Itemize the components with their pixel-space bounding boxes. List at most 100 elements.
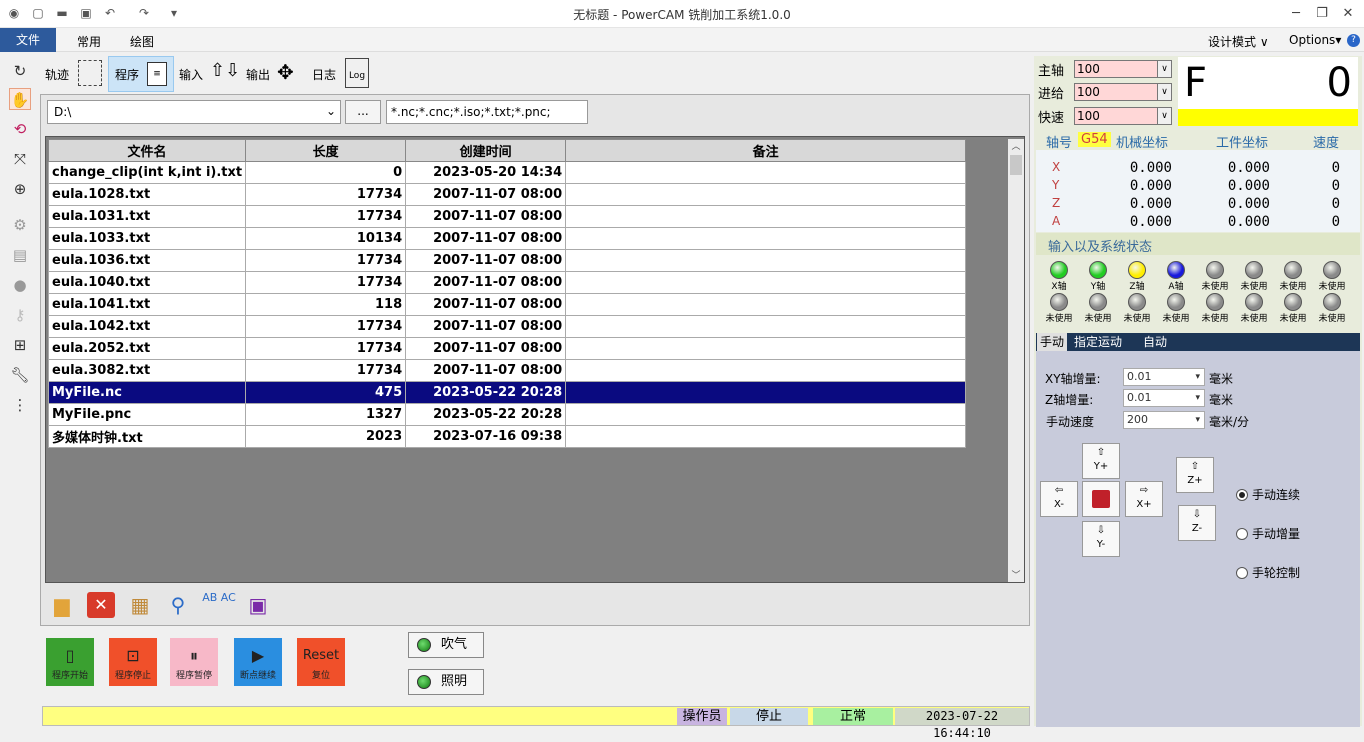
table-row[interactable]: eula.3082.txt 17734 2007-11-07 08:00 [47,359,967,382]
tree-icon[interactable]: ⋮ [9,394,31,416]
zoom-icon[interactable]: ⊕ [9,178,31,200]
manual-speed-label: 手动速度 [1046,415,1095,429]
rapid-override[interactable]: 100 ∨ [1074,107,1172,125]
light-toggle[interactable]: 照明 [408,669,484,695]
table-row[interactable]: eula.1031.txt 17734 2007-11-07 08:00 [47,205,967,228]
scroll-up-icon[interactable]: ︿ [1008,139,1024,153]
air-toggle[interactable]: 吹气 [408,632,484,658]
tab-specified-motion[interactable]: 指定运动 [1071,333,1125,351]
column-header[interactable]: 创建时间 [405,139,567,162]
close-icon[interactable]: ✕ [1338,6,1358,22]
io-indicator: Z轴 [1120,261,1154,292]
input-label[interactable]: 输入 [179,66,203,83]
program-pause-button[interactable]: ⏸︎ 程序暂停 [170,638,218,686]
table-row[interactable]: eula.1042.txt 17734 2007-11-07 08:00 [47,315,967,338]
mode-continuous-radio[interactable]: 手动连续 [1236,486,1300,503]
table-row[interactable]: change_clip(int k,int i).txt 0 2023-05-20 … [47,161,967,184]
table-row[interactable]: eula.2052.txt 17734 2007-11-07 08:00 [47,337,967,360]
table-row[interactable]: eula.1040.txt 17734 2007-11-07 08:00 [47,271,967,294]
design-mode-menu[interactable]: 设计模式 ∨ [1208,33,1269,50]
tab-auto[interactable]: 自动 [1140,333,1170,351]
track-label[interactable]: 轨迹 [45,66,69,83]
wrench-icon[interactable]: 🔧︎ [9,364,31,386]
jog-x-plus-button[interactable]: ⇨ X+ [1125,481,1163,517]
program-start-button[interactable]: ▯ 程序开始 [46,638,94,686]
search-icon[interactable]: ⚲ [163,591,193,619]
rename-icon[interactable]: AB AC [201,591,237,619]
file-time-cell: 2007-11-07 08:00 [405,249,567,272]
zoom-fit-icon[interactable]: ⤧ [9,148,31,170]
clipboard-icon[interactable]: ▦ [125,591,155,619]
column-header[interactable]: 备注 [565,139,967,162]
status-led-icon [1167,293,1185,311]
refresh-icon[interactable]: ↻ [9,60,31,82]
table-row[interactable]: eula.1033.txt 10134 2007-11-07 08:00 [47,227,967,250]
options-menu[interactable]: Options▾ [1289,33,1341,47]
vertical-scrollbar[interactable]: ︿ ﹀ [1008,139,1024,582]
jog-y-plus-button[interactable]: ⇧ Y+ [1082,443,1120,479]
manual-speed-combo[interactable]: 200 ▾ [1123,411,1205,429]
program-tab[interactable]: 程序 ≡ [108,56,174,92]
jog-z-plus-button[interactable]: ⇧ Z+ [1176,457,1214,493]
file-name-cell: eula.1031.txt [47,205,247,228]
z-increment-combo[interactable]: 0.01 ▾ [1123,389,1205,407]
xy-increment-combo[interactable]: 0.01 ▾ [1123,368,1205,386]
key-icon[interactable]: ⚷ [9,304,31,326]
crosshair-icon[interactable]: ⊞ [9,334,31,356]
minimize-icon[interactable]: ─ [1286,6,1306,22]
table-row[interactable]: eula.1028.txt 17734 2007-11-07 08:00 [47,183,967,206]
tab-manual[interactable]: 手动 [1037,333,1068,351]
scroll-down-icon[interactable]: ﹀ [1008,568,1024,582]
program-stop-button[interactable]: ⊡ 程序停止 [109,638,157,686]
output-arrows-icon[interactable]: ✥ [277,60,294,84]
menu-common[interactable]: 常用 [77,33,101,50]
menu-draw[interactable]: 绘图 [130,33,154,50]
radio-checked-icon [1236,489,1248,501]
filter-field[interactable]: *.nc;*.cnc;*.iso;*.txt;*.pnc; [386,100,588,124]
machine-coord-value: 0.000 [1129,178,1172,194]
table-row[interactable]: eula.1041.txt 118 2007-11-07 08:00 [47,293,967,316]
jog-z-minus-button[interactable]: ⇩ Z- [1178,505,1216,541]
restore-icon[interactable]: ❐ [1312,6,1332,22]
mode-increment-radio[interactable]: 手动增量 [1236,525,1300,542]
scroll-thumb[interactable] [1010,155,1022,175]
resume-button[interactable]: ▶ 断点继续 [234,638,282,686]
feed-override[interactable]: 100 ∨ [1074,83,1172,101]
open-folder-icon[interactable]: ▆ [47,591,77,619]
table-row[interactable]: MyFile.pnc 1327 2023-05-22 20:28 [47,403,967,426]
table-row[interactable]: MyFile.nc 475 2023-05-22 20:28 [47,381,967,404]
rotate-view-icon[interactable]: ⟲ [9,118,31,140]
column-header[interactable]: 文件名 [47,139,247,162]
help-icon[interactable]: ? [1347,34,1360,47]
spindle-override[interactable]: 100 ∨ [1074,60,1172,78]
column-header[interactable]: 长度 [245,139,407,162]
input-arrows-icon[interactable]: ⇧⇩ [210,60,240,81]
pause-icon: ⏸︎ [189,646,198,665]
output-label[interactable]: 输出 [246,66,270,83]
axis-speed-value: 0 [1331,160,1340,176]
file-time-cell: 2007-11-07 08:00 [405,271,567,294]
jog-stop-button[interactable] [1082,481,1120,517]
jog-y-minus-button[interactable]: ⇩ Y- [1082,521,1120,557]
menu-file[interactable]: 文件 [0,28,56,52]
pan-hand-icon[interactable]: ✋ [9,88,31,110]
file-time-cell: 2007-11-07 08:00 [405,183,567,206]
document-icon[interactable]: ▤ [9,244,31,266]
table-row[interactable]: eula.1036.txt 17734 2007-11-07 08:00 [47,249,967,272]
table-row[interactable]: 多媒体时钟.txt 2023 2023-07-16 09:38 [47,425,967,448]
delete-icon[interactable]: ✕ [87,592,115,618]
log-icon[interactable]: Log [345,58,369,88]
user-icon[interactable]: ● [9,274,31,296]
axis-speed-value: 0 [1331,196,1340,212]
wcs-badge[interactable]: G54 [1078,132,1111,147]
gear-icon[interactable]: ⚙ [9,214,31,236]
reset-button[interactable]: Reset 复位 [297,638,345,686]
track-icon[interactable] [78,60,102,86]
log-label[interactable]: 日志 [312,66,336,83]
save-icon[interactable]: ▣ [243,591,273,619]
path-combo[interactable]: D:\ ⌄ [47,100,341,124]
browse-button[interactable]: ... [345,100,381,124]
work-coord-header: 工件坐标 [1216,136,1269,151]
mode-handwheel-radio[interactable]: 手轮控制 [1236,564,1300,581]
jog-x-minus-button[interactable]: ⇦ X- [1040,481,1078,517]
